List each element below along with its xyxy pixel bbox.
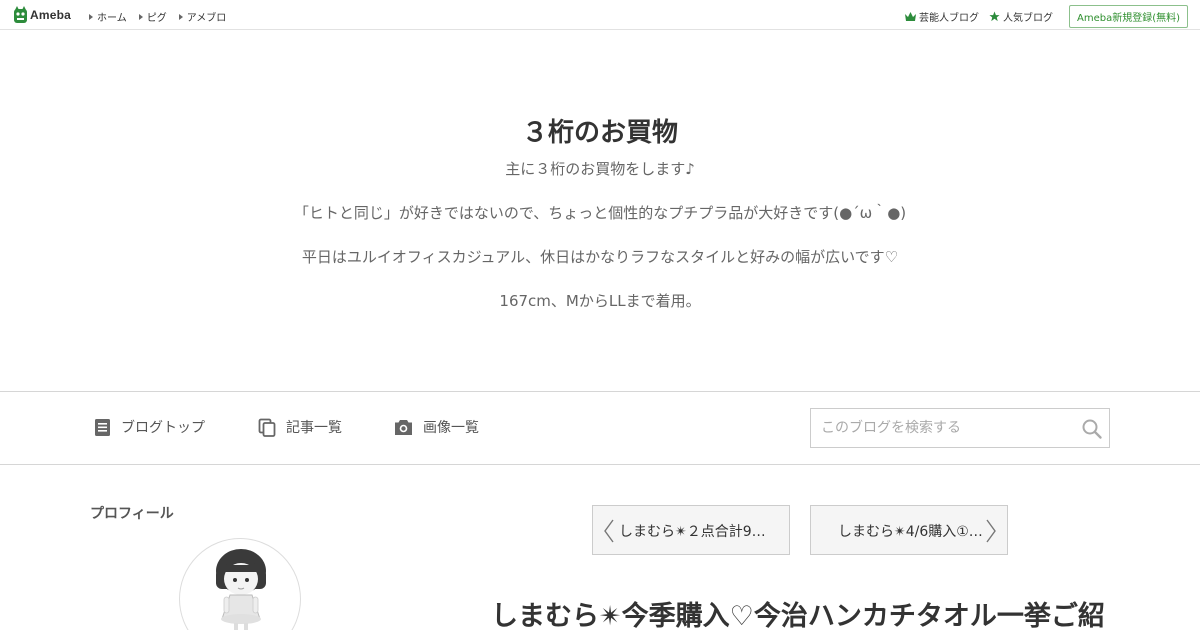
triangle-right-icon	[178, 13, 183, 20]
nav-label: 記事一覧	[286, 420, 342, 436]
global-nav-pigg[interactable]: ピグ	[138, 9, 167, 24]
avatar-illustration	[216, 549, 266, 630]
ameba-logo[interactable]: Ameba	[13, 6, 71, 24]
blog-nav: ブログトップ 記事一覧 画像一覧	[0, 391, 1200, 465]
global-nav: ホーム ピグ アメブロ	[89, 9, 238, 24]
blog-search-input[interactable]	[811, 409, 1076, 447]
prev-entry-button[interactable]: しまむら✴２点合計9…	[592, 505, 790, 555]
celebrity-blog-label: 芸能人ブログ	[918, 13, 979, 24]
blog-description-line: 167cm、MからLLまで着用。	[499, 292, 701, 310]
chevron-left-icon	[604, 519, 614, 543]
nav-blog-top[interactable]: ブログトップ	[94, 417, 205, 437]
blog-description-line: 平日はユルイオフィスカジュアル、休日はかなりラフなスタイルと好みの幅が広いです♡	[301, 248, 899, 266]
blog-description-line: 主に３桁のお買物をします♪	[505, 160, 695, 178]
blog-search	[810, 408, 1110, 448]
document-icon	[95, 418, 110, 436]
global-right-links: 芸能人ブログ 人気ブログ Ameba新規登録(無料)	[904, 5, 1188, 28]
celebrity-blog-link[interactable]: 芸能人ブログ	[904, 9, 979, 24]
blog-header: ３桁のお買物 主に３桁のお買物をします♪ 「ヒトと同じ」が好きではないので、ちょ…	[0, 30, 1200, 391]
blog-description-line: 「ヒトと同じ」が好きではないので、ちょっと個性的なプチプラ品が大好きです(●´ω…	[293, 204, 907, 222]
triangle-right-icon	[138, 13, 143, 20]
global-nav-label: アメブロ	[186, 13, 227, 24]
nav-label: ブログトップ	[121, 420, 205, 436]
star-icon	[989, 11, 1000, 22]
crown-icon	[904, 12, 916, 21]
entry-title[interactable]: しまむら✴今季購入♡今治ハンカチタオル一挙ご紹	[491, 594, 1200, 630]
profile-heading: プロフィール	[90, 506, 174, 522]
popular-blog-label: 人気ブログ	[1002, 13, 1053, 24]
camera-icon	[395, 419, 412, 435]
global-nav-ameblo[interactable]: アメブロ	[178, 9, 227, 24]
avatar[interactable]	[179, 538, 301, 630]
copy-icon	[258, 418, 276, 437]
global-nav-label: ホーム	[97, 13, 127, 24]
global-header: Ameba ホーム ピグ アメブロ 芸能人ブログ 人気ブログ Ameba新規登録…	[0, 0, 1200, 30]
nav-label: 画像一覧	[423, 420, 479, 436]
global-nav-home[interactable]: ホーム	[89, 9, 127, 24]
chevron-right-icon	[986, 519, 996, 543]
blog-title[interactable]: ３桁のお買物	[0, 112, 1200, 149]
logo-text: Ameba	[30, 8, 72, 22]
next-entry-button[interactable]: しまむら✴4/6購入①…	[810, 505, 1008, 555]
global-nav-label: ピグ	[146, 13, 167, 24]
popular-blog-link[interactable]: 人気ブログ	[989, 9, 1053, 24]
prev-entry-label: しまむら✴２点合計9…	[619, 524, 766, 540]
search-icon[interactable]	[1081, 418, 1103, 440]
next-entry-label: しまむら✴4/6購入①…	[838, 524, 983, 540]
ameba-mascot-icon	[14, 6, 27, 23]
nav-image-list[interactable]: 画像一覧	[394, 417, 479, 437]
signup-button[interactable]: Ameba新規登録(無料)	[1068, 5, 1188, 28]
triangle-right-icon	[89, 13, 93, 20]
nav-entry-list[interactable]: 記事一覧	[258, 417, 342, 437]
